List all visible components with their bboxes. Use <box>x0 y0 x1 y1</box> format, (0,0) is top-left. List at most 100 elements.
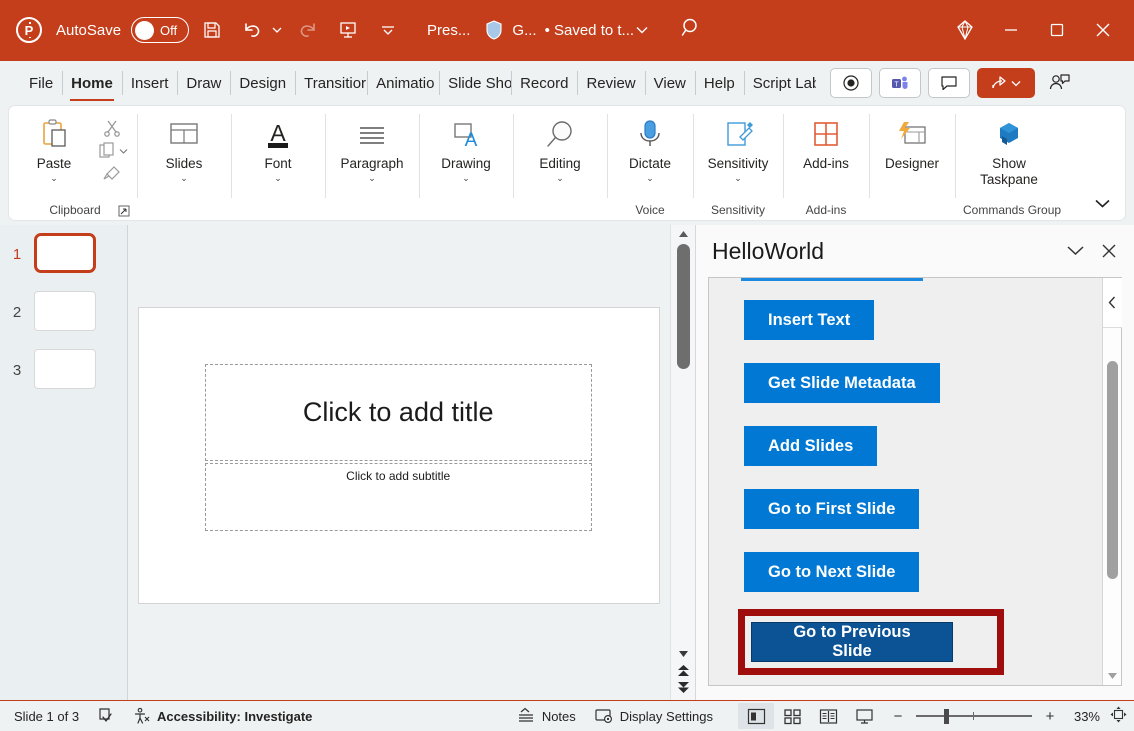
tab-help[interactable]: Help <box>695 61 744 105</box>
task-pane-scroll-down-button[interactable] <box>1103 666 1122 685</box>
task-pane-scroll-thumb[interactable] <box>1107 361 1118 579</box>
tab-home[interactable]: Home <box>62 61 122 105</box>
scroll-down-button[interactable] <box>671 645 696 662</box>
task-pane-side-chevron-left-icon[interactable] <box>1103 278 1122 328</box>
undo-dropdown-icon[interactable] <box>269 27 285 34</box>
tab-draw[interactable]: Draw <box>177 61 230 105</box>
paste-button[interactable]: Paste ⌄ <box>17 112 91 184</box>
clipboard-dialog-launcher[interactable] <box>117 204 131 218</box>
slide-thumbnail-3[interactable]: 3 <box>0 349 127 393</box>
teams-button[interactable]: T <box>879 68 921 98</box>
accessibility-status[interactable]: Accessibility: Investigate <box>124 701 321 731</box>
paragraph-button[interactable]: Paragraph ⌄ <box>335 112 409 184</box>
display-settings-button[interactable]: Display Settings <box>585 701 722 731</box>
next-slide-button[interactable] <box>671 679 696 696</box>
task-pane-scrollbar[interactable] <box>1102 278 1121 685</box>
tab-script-lab[interactable]: Script Lab <box>744 61 816 105</box>
search-icon[interactable] <box>680 16 704 45</box>
share-button[interactable] <box>977 68 1035 98</box>
scroll-up-button[interactable] <box>671 225 696 242</box>
previous-slide-button[interactable] <box>671 662 696 679</box>
slide-thumbnail-1[interactable]: 1 <box>0 233 127 277</box>
undo-icon[interactable] <box>235 13 269 47</box>
font-button[interactable]: A Font ⌄ <box>241 112 315 184</box>
go-to-previous-slide-button[interactable]: Go to Previous Slide <box>751 622 953 662</box>
slide-preview-2[interactable] <box>34 291 96 331</box>
start-presentation-icon[interactable] <box>331 13 365 47</box>
canvas-scroll-track[interactable] <box>671 242 696 645</box>
slideshow-button[interactable] <box>846 703 882 729</box>
tab-transitions[interactable]: Transitior <box>295 61 367 105</box>
tab-insert[interactable]: Insert <box>122 61 178 105</box>
slide-counter[interactable]: Slide 1 of 3 <box>0 701 88 731</box>
ribbon-collapse-chevron-down-icon[interactable] <box>1089 192 1115 214</box>
go-to-first-slide-button[interactable]: Go to First Slide <box>744 489 919 529</box>
title-placeholder[interactable]: Click to add title <box>205 364 592 461</box>
sensitivity-chevron-down-icon[interactable]: ⌄ <box>734 172 742 184</box>
slide-editor[interactable]: Click to add title Click to add subtitle <box>138 307 660 604</box>
close-button[interactable] <box>1080 7 1126 53</box>
slide-sorter-button[interactable] <box>774 703 810 729</box>
add-slides-button[interactable]: Add Slides <box>744 426 877 466</box>
document-name[interactable]: Pres... <box>427 22 470 39</box>
zoom-in-button[interactable]: + <box>1042 708 1058 725</box>
editing-button[interactable]: Editing ⌄ <box>523 112 597 184</box>
display-settings-icon <box>594 707 614 725</box>
present-share-button[interactable] <box>1042 68 1076 98</box>
task-pane-chevron-down-icon[interactable] <box>1058 234 1092 268</box>
cut-button[interactable] <box>102 118 122 138</box>
format-painter-button[interactable] <box>102 164 122 184</box>
designer-button[interactable]: Designer <box>875 112 949 171</box>
tab-view[interactable]: View <box>645 61 695 105</box>
comments-button[interactable] <box>928 68 970 98</box>
tab-slide-show[interactable]: Slide Sho <box>439 61 511 105</box>
zoom-slider-knob[interactable] <box>944 709 949 724</box>
insert-text-button[interactable]: Insert Text <box>744 300 874 340</box>
slide-preview-1[interactable] <box>34 233 96 273</box>
editing-chevron-down-icon[interactable]: ⌄ <box>556 172 564 184</box>
addins-button[interactable]: Add-ins <box>789 112 863 171</box>
copy-button[interactable] <box>97 141 128 161</box>
maximize-button[interactable] <box>1034 7 1080 53</box>
slides-button[interactable]: Slides ⌄ <box>147 112 221 184</box>
drawing-button[interactable]: A Drawing ⌄ <box>429 112 503 184</box>
canvas-scroll-thumb[interactable] <box>677 244 690 369</box>
tab-design[interactable]: Design <box>230 61 295 105</box>
reading-view-button[interactable] <box>810 703 846 729</box>
subtitle-placeholder[interactable]: Click to add subtitle <box>205 463 592 531</box>
saved-status-chevron-down-icon[interactable] <box>634 26 650 34</box>
slide-preview-3[interactable] <box>34 349 96 389</box>
canvas-vertical-scrollbar[interactable] <box>670 225 695 700</box>
slide-thumbnail-2[interactable]: 2 <box>0 291 127 335</box>
notes-check-icon[interactable] <box>88 701 124 731</box>
notes-button[interactable]: Notes <box>507 701 585 731</box>
zoom-level-label[interactable]: 33% <box>1068 709 1100 724</box>
normal-view-button[interactable] <box>738 703 774 729</box>
record-button[interactable] <box>830 68 872 98</box>
paragraph-chevron-down-icon[interactable]: ⌄ <box>368 172 376 184</box>
zoom-out-button[interactable]: − <box>890 708 906 725</box>
tab-record[interactable]: Record <box>511 61 577 105</box>
tab-animations[interactable]: Animatio <box>367 61 439 105</box>
dictate-chevron-down-icon[interactable]: ⌄ <box>646 172 654 184</box>
task-pane-close-icon[interactable] <box>1092 234 1126 268</box>
font-chevron-down-icon[interactable]: ⌄ <box>274 172 282 184</box>
go-to-next-slide-button[interactable]: Go to Next Slide <box>744 552 919 592</box>
zoom-slider[interactable] <box>916 709 1032 723</box>
paste-chevron-down-icon[interactable]: ⌄ <box>50 172 58 184</box>
copilot-diamond-icon[interactable] <box>942 7 988 53</box>
tab-file[interactable]: File <box>20 61 62 105</box>
sensitivity-button[interactable]: Sensitivity ⌄ <box>697 112 779 184</box>
show-taskpane-button[interactable]: Show Taskpane <box>963 112 1055 188</box>
minimize-button[interactable] <box>988 7 1034 53</box>
autosave-toggle[interactable]: Off <box>131 17 189 43</box>
save-icon[interactable] <box>195 13 229 47</box>
tab-review[interactable]: Review <box>577 61 644 105</box>
more-commands-icon[interactable] <box>371 13 405 47</box>
fit-to-window-icon[interactable] <box>1110 706 1126 727</box>
drawing-chevron-down-icon[interactable]: ⌄ <box>462 172 470 184</box>
task-pane-scroll-track[interactable] <box>1103 328 1122 666</box>
dictate-button[interactable]: Dictate ⌄ <box>613 112 687 184</box>
get-slide-metadata-button[interactable]: Get Slide Metadata <box>744 363 940 403</box>
slides-chevron-down-icon[interactable]: ⌄ <box>180 172 188 184</box>
